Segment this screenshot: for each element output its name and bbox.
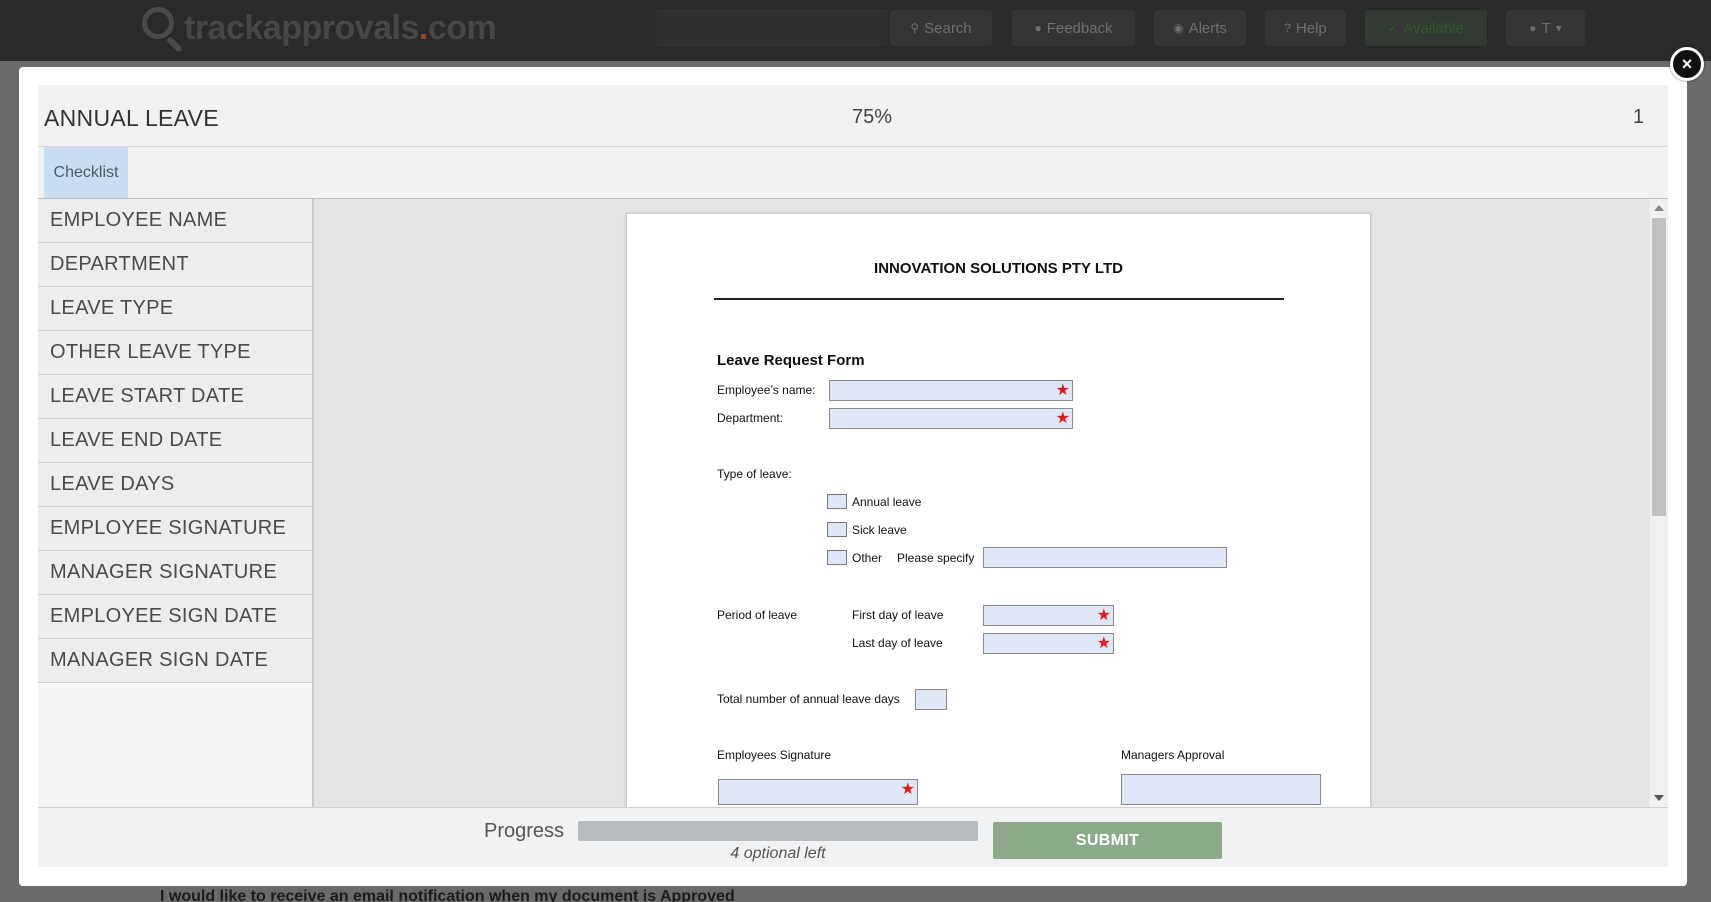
optional-fields-remaining: 4 optional left [730,845,826,862]
checklist-item-other-leave-type[interactable]: OTHER LEAVE TYPE [38,331,312,375]
scroll-up-arrow-icon[interactable] [1654,205,1664,211]
required-star-icon: ★ [1096,607,1111,624]
other-leave-specify-field[interactable] [983,547,1227,568]
zoom-level[interactable]: 75% [852,106,892,129]
checklist-item-leave-end-date[interactable]: LEAVE END DATE [38,419,312,463]
form-heading: Leave Request Form [717,352,865,369]
department-label: Department: [717,411,784,425]
sick-leave-label: Sick leave [852,523,907,537]
required-star-icon: ★ [1055,382,1070,399]
alerts-button[interactable]: ◉ Alerts [1154,10,1246,46]
alert-icon: ◉ [1173,21,1184,35]
logo-text: trackapprovals.com [184,8,497,47]
checklist-item-employee-name[interactable]: EMPLOYEE NAME [38,199,312,243]
viewer-scrollbar[interactable] [1650,199,1668,807]
first-day-label: First day of leave [852,608,944,622]
employee-name-field[interactable]: ★ [829,380,1073,401]
period-of-leave-label: Period of leave [717,608,798,622]
search-button[interactable]: ⚲ Search [890,10,992,46]
email-notification-label: I would like to receive an email notific… [160,888,735,902]
checklist-item-employee-signature[interactable]: EMPLOYEE SIGNATURE [38,507,312,551]
manager-approval-field[interactable] [1121,774,1321,805]
checklist-item-manager-signature[interactable]: MANAGER SIGNATURE [38,551,312,595]
modal-header: ANNUAL LEAVE 75% 1 [38,85,1668,147]
required-star-icon: ★ [1055,410,1070,427]
department-field[interactable]: ★ [829,408,1073,429]
caret-down-icon: ▾ [1555,21,1562,35]
check-icon: ✓ [1388,21,1399,35]
help-button[interactable]: ? Help [1265,10,1346,46]
annual-leave-checkbox[interactable] [827,494,847,509]
document-title: ANNUAL LEAVE [44,105,219,131]
other-leave-checkbox[interactable] [827,550,847,565]
annual-leave-label: Annual leave [852,495,922,509]
type-of-leave-label: Type of leave: [717,467,792,481]
document-viewer[interactable]: INNOVATION SOLUTIONS PTY LTD Leave Reque… [314,199,1668,807]
modal-footer: Progress 4 optional left SUBMIT [38,807,1668,867]
header-search-input[interactable] [657,10,887,46]
checklist-item-department[interactable]: DEPARTMENT [38,243,312,287]
checklist-item-manager-sign-date[interactable]: MANAGER SIGN DATE [38,639,312,683]
required-star-icon: ★ [1096,635,1111,652]
app-header: trackapprovals.com ⚲ Search ● Feedback ◉… [0,0,1711,61]
submit-button[interactable]: SUBMIT [993,822,1222,859]
header-divider [714,298,1284,300]
progress-bar [578,821,978,841]
comment-icon: ● [1034,21,1042,35]
last-day-label: Last day of leave [852,636,943,650]
manager-approval-label: Managers Approval [1121,748,1225,762]
availability-status-button[interactable]: ✓ Available [1365,10,1487,46]
total-leave-days-label: Total number of annual leave days [717,692,900,706]
checklist-item-employee-sign-date[interactable]: EMPLOYEE SIGN DATE [38,595,312,639]
required-star-icon: ★ [900,781,915,798]
scroll-down-arrow-icon[interactable] [1654,795,1664,801]
other-leave-label: Other [852,551,883,565]
first-day-field[interactable]: ★ [983,605,1114,626]
employee-name-label: Employee’s name: [717,383,816,397]
last-day-field[interactable]: ★ [983,633,1114,654]
question-icon: ? [1284,21,1291,35]
tab-bar: Checklist [38,147,1668,199]
search-icon: ⚲ [910,21,920,35]
scroll-thumb[interactable] [1652,218,1666,516]
sick-leave-checkbox[interactable] [827,522,847,537]
magnifier-logo-icon [138,4,186,53]
checklist-item-leave-days[interactable]: LEAVE DAYS [38,463,312,507]
page-number: 1 [1632,106,1644,128]
employee-signature-field[interactable]: ★ [718,779,918,805]
user-menu-button[interactable]: ● T ▾ [1506,10,1585,46]
close-modal-button[interactable]: × [1670,47,1704,81]
checklist-item-leave-start-date[interactable]: LEAVE START DATE [38,375,312,419]
progress-label: Progress [484,820,565,842]
checklist-item-leave-type[interactable]: LEAVE TYPE [38,287,312,331]
employee-signature-label: Employees Signature [717,748,832,762]
close-icon: × [1681,54,1693,74]
please-specify-label: Please specify [897,551,975,565]
user-icon: ● [1529,21,1537,35]
company-name: INNOVATION SOLUTIONS PTY LTD [874,260,1123,277]
checklist-panel: EMPLOYEE NAME DEPARTMENT LEAVE TYPE OTHE… [38,199,314,807]
feedback-button[interactable]: ● Feedback [1012,10,1135,46]
document-page: INNOVATION SOLUTIONS PTY LTD Leave Reque… [626,213,1371,807]
document-modal: ANNUAL LEAVE 75% 1 Checklist EMPLOYEE NA… [19,67,1687,886]
trackapprovals-logo[interactable]: trackapprovals.com [138,2,497,54]
total-leave-days-field[interactable] [915,689,947,710]
tab-checklist[interactable]: Checklist [44,147,128,198]
